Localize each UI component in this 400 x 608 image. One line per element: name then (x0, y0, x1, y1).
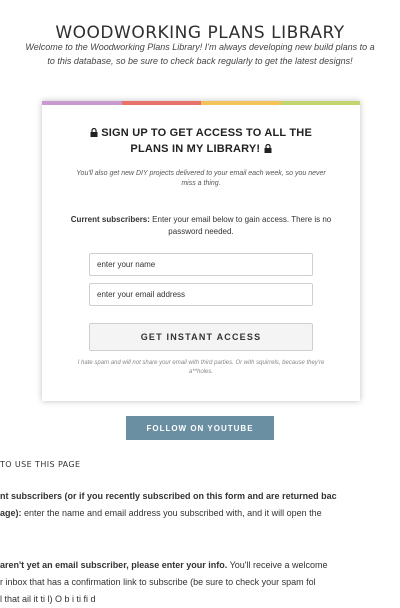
instructions-paragraph: aren't yet an email subscriber, please e… (0, 557, 328, 608)
body-text: You'll receive a welcome (227, 560, 328, 570)
section-heading: TO USE THIS PAGE (0, 460, 81, 469)
color-stripe (42, 101, 360, 105)
paragraph-line: age): enter the name and email address y… (0, 505, 337, 522)
intro-line: to this database, so be sure to check ba… (47, 56, 353, 66)
name-input[interactable] (89, 253, 313, 276)
current-subscribers-text: Enter your email below to gain access. T… (152, 215, 332, 236)
lock-icon (264, 144, 272, 153)
stripe-segment (280, 101, 360, 105)
stripe-segment (42, 101, 122, 105)
current-subscribers-note: Current subscribers: Enter your email be… (60, 214, 342, 238)
signup-heading-line: PLANS IN MY LIBRARY! (130, 143, 261, 155)
signup-card: SIGN UP TO GET ACCESS TO ALL THE PLANS I… (42, 101, 360, 401)
signup-note: You'll also get new DIY projects deliver… (76, 170, 326, 187)
bold-text: age): (0, 508, 22, 518)
intro-line: Welcome to the Woodworking Plans Library… (25, 42, 375, 52)
signup-heading-line: SIGN UP TO GET ACCESS TO ALL THE (101, 127, 312, 139)
follow-youtube-button[interactable]: FOLLOW ON YOUTUBE (126, 416, 274, 440)
signup-heading: SIGN UP TO GET ACCESS TO ALL THE PLANS I… (62, 125, 340, 157)
bold-text: aren't yet an email subscriber, please e… (0, 560, 228, 570)
paragraph-line: r inbox that has a confirmation link to … (0, 577, 316, 587)
current-subscribers-label: Current subscribers: (70, 215, 150, 224)
stripe-segment (201, 101, 281, 105)
lock-icon (90, 128, 98, 137)
instructions-paragraph: nt subscribers (or if you recently subsc… (0, 488, 337, 522)
get-access-button[interactable]: GET INSTANT ACCESS (89, 323, 313, 351)
bold-text: nt subscribers (or if you recently subsc… (0, 491, 337, 501)
intro-text: Welcome to the Woodworking Plans Library… (0, 40, 400, 68)
paragraph-line: nt subscribers (or if you recently subsc… (0, 488, 337, 505)
paragraph-line: aren't yet an email subscriber, please e… (0, 557, 328, 574)
body-text: enter the name and email address you sub… (21, 508, 322, 518)
email-input[interactable] (89, 283, 313, 306)
spam-disclaimer: I hate spam and will not share your emai… (77, 360, 325, 375)
stripe-segment (121, 101, 201, 105)
